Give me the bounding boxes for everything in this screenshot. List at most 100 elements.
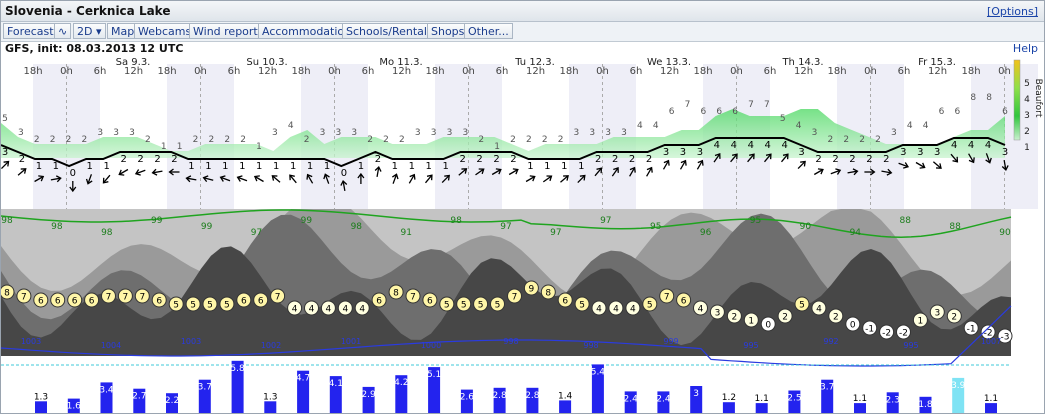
options-link[interactable]: [Options] — [987, 5, 1038, 18]
wind-speed-value: 2 — [19, 154, 25, 165]
temperature-value: 5 — [799, 301, 805, 311]
temperature-value: 7 — [106, 293, 112, 303]
temperature-value: -1 — [865, 325, 874, 335]
gust-value: 2 — [240, 135, 246, 145]
gust-value: 4 — [923, 121, 929, 131]
arrow-shaft — [797, 161, 805, 169]
precip-value: 5.8 — [230, 364, 245, 374]
humidity-value: 90 — [999, 228, 1011, 238]
temperature-value: 7 — [275, 293, 281, 303]
wind-speed-value: 3 — [1002, 147, 1008, 158]
menu-schools-rentals[interactable]: Schools/Rentals — [342, 23, 437, 39]
model-init-info: GFS, init: 08.03.2013 12 UTC — [5, 42, 184, 55]
gust-value: 2 — [843, 135, 849, 145]
humidity-value: 95 — [650, 222, 661, 232]
pressure-value: 1003 — [21, 337, 41, 346]
wind-speed-value: 2 — [510, 154, 516, 165]
temperature-value: -3 — [1001, 333, 1010, 343]
wave-icon[interactable]: ∿ — [54, 23, 72, 39]
wind-speed-value: 1 — [358, 161, 364, 172]
gust-value: 2 — [224, 135, 230, 145]
humidity-value: 95 — [750, 216, 761, 226]
gust-value: 6 — [939, 107, 945, 117]
wind-direction-arrow — [374, 166, 382, 178]
menu-2d-dropdown[interactable]: 2D ▾ — [73, 23, 106, 39]
hour-tick-label: 6h — [630, 66, 643, 77]
temperature-value: 3 — [934, 309, 940, 319]
gust-value: 2 — [542, 135, 548, 145]
gust-value: 2 — [208, 135, 214, 145]
hour-tick-label: 18h — [425, 66, 444, 77]
pressure-value: 998 — [583, 341, 598, 350]
menu-forecast[interactable]: Forecast — [3, 23, 58, 39]
wind-direction-arrow — [560, 175, 569, 183]
precip-value: 1.4 — [558, 391, 573, 401]
wind-speed-value: 4 — [985, 140, 991, 151]
gust-value: 3 — [415, 128, 421, 138]
arrow-shaft — [290, 175, 297, 184]
hour-tick-label: 18h — [23, 66, 42, 77]
wind-direction-arrow — [525, 175, 536, 183]
wind-speed-value: 2 — [171, 154, 177, 165]
menu-accommodation[interactable]: Accommodation — [258, 23, 356, 39]
menu-webcams[interactable]: Webcams — [134, 23, 196, 39]
hour-tick-label: 0h — [730, 66, 743, 77]
temperature-value: 2 — [782, 313, 788, 323]
precip-value: 2.4 — [623, 394, 638, 404]
wind-speed-value: 2 — [646, 154, 652, 165]
wind-speed-value: 1 — [290, 161, 296, 172]
gust-value: 3 — [574, 128, 580, 138]
wind-direction-arrow — [17, 168, 27, 176]
wind-direction-arrow — [289, 174, 297, 184]
wind-direction-arrow — [915, 161, 926, 169]
precip-value: 2.8 — [492, 391, 507, 401]
pressure-value: 1004 — [101, 341, 121, 350]
help-link[interactable]: Help — [1013, 42, 1038, 55]
temperature-value: 3 — [715, 309, 721, 319]
wind-direction-arrow — [102, 174, 111, 184]
title-bar: Slovenia - Cerknica Lake [Options] — [1, 1, 1044, 22]
gust-value: 2 — [50, 135, 56, 145]
wind-speed-value: 2 — [815, 154, 821, 165]
gust-value: 3 — [320, 128, 326, 138]
gust-value: 3 — [335, 128, 341, 138]
menu-shops[interactable]: Shops — [427, 23, 469, 39]
beaufort-tick: 3 — [1024, 111, 1030, 121]
temperature-value: 4 — [326, 305, 332, 315]
wind-speed-value: 3 — [663, 147, 669, 158]
temperature-value: 4 — [342, 305, 348, 315]
precip-value: 2.9 — [361, 390, 376, 400]
gust-value: 1 — [161, 142, 167, 152]
hour-tick-label: 12h — [660, 66, 679, 77]
temperature-value: 0 — [765, 321, 771, 331]
precip-value: 4.1 — [329, 379, 343, 389]
menu-other[interactable]: Other... — [464, 23, 513, 39]
humidity-value: 90 — [800, 222, 812, 232]
temperature-value: 5 — [495, 301, 501, 311]
menu-wind-reports[interactable]: Wind reports — [189, 23, 268, 39]
temperature-value: 7 — [139, 293, 145, 303]
wind-direction-arrow — [508, 168, 519, 176]
gust-value: 6 — [701, 107, 707, 117]
precip-bar — [755, 403, 768, 413]
hour-tick-label: 0h — [60, 66, 73, 77]
gust-value: 2 — [367, 135, 373, 145]
wind-speed-value: 2 — [866, 154, 872, 165]
beaufort-label: Beaufort — [1033, 79, 1043, 118]
humidity-value: 88 — [899, 216, 911, 226]
gust-value: 3 — [129, 128, 135, 138]
wind-speed-value: 4 — [748, 140, 754, 151]
wind-speed-value: 1 — [205, 161, 211, 172]
wind-speed-value: 4 — [731, 140, 737, 151]
humidity-value: 96 — [700, 228, 712, 238]
forecast-widget: Slovenia - Cerknica Lake [Options] Forec… — [0, 0, 1045, 414]
wind-direction-arrow — [424, 174, 433, 184]
hour-tick-label: 18h — [157, 66, 176, 77]
pressure-value: 998 — [503, 337, 518, 346]
hour-tick-label: 12h — [928, 66, 947, 77]
precip-value: 2.6 — [460, 393, 475, 403]
wind-direction-arrow — [118, 168, 129, 176]
hour-tick-label: 6h — [228, 66, 241, 77]
wind-speed-value: 1 — [256, 161, 262, 172]
temperature-value: -2 — [882, 329, 891, 339]
